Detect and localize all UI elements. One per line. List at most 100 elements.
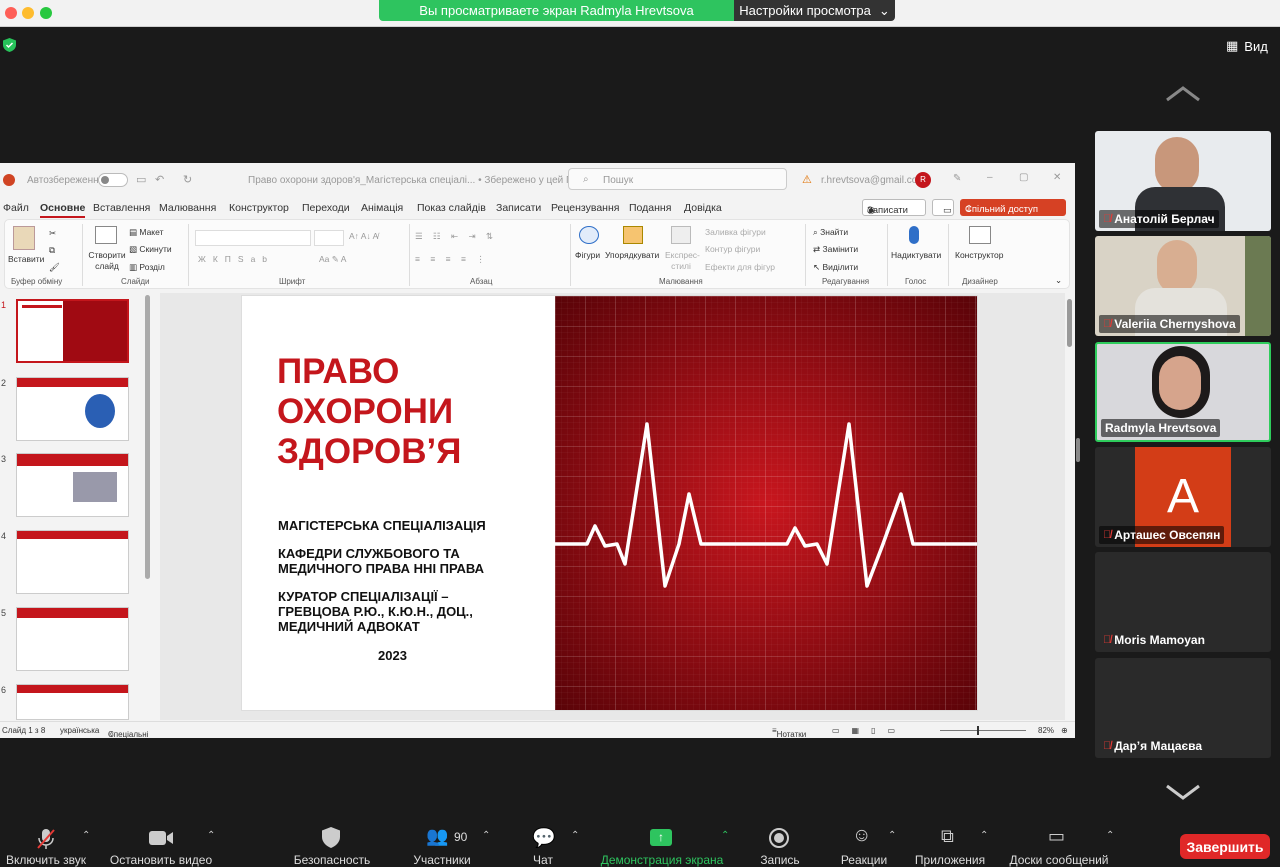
tab-help[interactable]: Довідка — [684, 202, 722, 214]
font-size-select[interactable] — [314, 230, 344, 246]
zoom-window-button[interactable] — [40, 7, 52, 19]
whiteboards-chevron-icon[interactable]: ⌃ — [1106, 830, 1114, 841]
slide-thumb-1[interactable] — [16, 299, 129, 363]
tab-animations[interactable]: Анімація — [361, 202, 403, 214]
security-shield-icon[interactable] — [3, 38, 16, 52]
tab-slideshow[interactable]: Показ слайдів — [417, 202, 486, 214]
new-slide-label[interactable]: Створити слайд — [87, 250, 127, 272]
fit-slide-icon[interactable]: ⊕ — [1061, 726, 1068, 735]
share-screen-button[interactable]: ↑ Демонстрация экрана — [595, 820, 729, 867]
slide-thumb-5[interactable] — [16, 607, 129, 671]
format-painter-icon[interactable]: 🖌 — [49, 262, 60, 273]
save-icon[interactable]: ▭ — [136, 173, 146, 186]
thumbnail-scrollbar[interactable] — [145, 295, 150, 579]
undo-icon[interactable]: ↶ — [155, 173, 164, 186]
tab-design[interactable]: Конструктор — [229, 202, 289, 214]
account-email[interactable]: r.hrevtsova@gmail.com — [821, 175, 926, 186]
copy-icon[interactable]: ⧉ — [49, 245, 55, 256]
participant-tile[interactable]: 🎙̸ Анатолій Берлач — [1095, 131, 1271, 231]
tab-draw[interactable]: Малювання — [159, 202, 216, 214]
paste-label[interactable]: Вставити — [8, 254, 44, 264]
warning-icon[interactable]: ⚠ — [802, 173, 812, 186]
select-button[interactable]: ↖ Виділити — [813, 262, 858, 273]
zoom-slider[interactable] — [940, 726, 1026, 735]
designer-icon[interactable] — [969, 226, 991, 244]
restore-icon[interactable]: ▢ — [1019, 172, 1028, 183]
chevron-up-icon[interactable] — [1165, 86, 1201, 102]
new-slide-icon[interactable] — [95, 226, 117, 244]
autosave-toggle[interactable] — [98, 173, 128, 187]
stop-video-button[interactable]: Остановить видео — [106, 820, 216, 867]
tab-transitions[interactable]: Переходи — [302, 202, 350, 214]
shapes-label[interactable]: Фігури — [575, 250, 600, 260]
participant-tile[interactable]: А 🎙̸ Арташес Овсепян — [1095, 447, 1271, 547]
arrange-label[interactable]: Упорядкувати — [605, 250, 659, 260]
search-input[interactable]: ⌕ Пошук — [568, 168, 787, 190]
tab-home[interactable]: Основне — [40, 202, 86, 218]
avatar[interactable]: R — [915, 172, 931, 188]
cut-icon[interactable]: ✂ — [49, 228, 56, 239]
font-color-icon[interactable]: Aa ✎ A — [319, 254, 346, 265]
align-icons[interactable]: ≡ ≡ ≡ ≡ ⋮ — [415, 254, 489, 265]
reactions-chevron-icon[interactable]: ⌃ — [888, 830, 896, 841]
quick-styles-icon[interactable] — [671, 226, 691, 244]
minimize-icon[interactable]: – — [987, 172, 993, 183]
slide-thumb-4[interactable] — [16, 530, 129, 594]
minimize-window-button[interactable] — [22, 7, 34, 19]
participants-button[interactable]: 👥 90 Участники — [404, 820, 480, 867]
chat-button[interactable]: 💬 Чат — [526, 820, 560, 867]
participant-tile[interactable]: 🎙̸ Valeriia Chernyshova — [1095, 236, 1271, 336]
participant-tile[interactable]: 🎙̸ Moris Mamoyan — [1095, 552, 1271, 652]
dictate-label[interactable]: Надиктувати — [891, 250, 941, 260]
redo-icon[interactable]: ↻ — [183, 173, 192, 186]
tab-record[interactable]: Записати — [496, 202, 541, 214]
shape-effects-button[interactable]: Ефекти для фігур — [705, 262, 775, 272]
audio-options-chevron-icon[interactable]: ⌃ — [82, 830, 90, 841]
designer-label[interactable]: Конструктор — [955, 250, 1003, 260]
zoom-level[interactable]: 82% — [1038, 726, 1054, 735]
font-format-icons[interactable]: ЖКПSab — [198, 254, 274, 264]
close-window-button[interactable] — [5, 7, 17, 19]
find-button[interactable]: ⌕ Знайти — [813, 227, 848, 238]
tab-file[interactable]: Файл — [3, 202, 29, 214]
slide-thumb-6[interactable] — [16, 684, 129, 720]
quick-styles-label[interactable]: Експрес-стилі — [665, 250, 700, 272]
notes-button[interactable]: ≡ Нотатки — [772, 726, 806, 738]
microphone-icon[interactable] — [909, 226, 919, 244]
participants-chevron-icon[interactable]: ⌃ — [482, 830, 490, 841]
reactions-button[interactable]: ☺ Реакции — [836, 820, 892, 867]
view-mode-icons[interactable]: ▭▦▯▭ — [832, 726, 907, 735]
pen-icon[interactable]: ✎ — [953, 173, 961, 184]
shapes-icon[interactable] — [579, 226, 599, 244]
layout-button[interactable]: ▤ Макет — [129, 227, 163, 238]
tab-view[interactable]: Подання — [629, 202, 671, 214]
view-button[interactable]: ▦ Вид — [1226, 38, 1268, 54]
chat-chevron-icon[interactable]: ⌃ — [571, 830, 579, 841]
reset-button[interactable]: ▧ Скинути — [129, 244, 172, 255]
replace-button[interactable]: ⇄ Замінити — [813, 244, 858, 255]
paste-icon[interactable] — [13, 226, 35, 250]
document-title[interactable]: Право охорони здоров'я_Магістерська спец… — [248, 175, 579, 186]
section-button[interactable]: ▥ Розділ — [129, 262, 165, 273]
slide-thumb-2[interactable] — [16, 377, 129, 441]
record-meeting-button[interactable]: Запись — [756, 820, 804, 867]
shape-fill-button[interactable]: Заливка фігури — [705, 227, 766, 237]
participant-tile[interactable]: 🎙̸ Дар’я Мацаєва — [1095, 658, 1271, 758]
tab-review[interactable]: Рецензування — [551, 202, 619, 214]
font-family-select[interactable] — [195, 230, 311, 246]
chevron-down-icon[interactable] — [1165, 784, 1201, 800]
comments-button[interactable]: ▭ — [932, 199, 954, 216]
canvas-scrollbar[interactable] — [1067, 299, 1072, 347]
end-meeting-button[interactable]: Завершить — [1180, 834, 1270, 859]
video-options-chevron-icon[interactable]: ⌃ — [207, 830, 215, 841]
font-grow-icon[interactable]: A↑ A↓ A̸ — [349, 231, 378, 241]
apps-button[interactable]: ⧉ Приложения — [911, 820, 989, 867]
apps-chevron-icon[interactable]: ⌃ — [980, 830, 988, 841]
participant-tile-active-speaker[interactable]: Radmyla Hrevtsova — [1095, 342, 1271, 442]
unmute-button[interactable]: Включить звук — [0, 820, 92, 867]
share-options-chevron-icon[interactable]: ⌃ — [721, 830, 729, 841]
arrange-icon[interactable] — [623, 226, 643, 244]
tab-insert[interactable]: Вставлення — [93, 202, 150, 214]
gallery-resize-handle[interactable] — [1076, 438, 1080, 462]
list-icons[interactable]: ☰ ☷ ⇤ ⇥ ⇅ — [415, 231, 497, 242]
